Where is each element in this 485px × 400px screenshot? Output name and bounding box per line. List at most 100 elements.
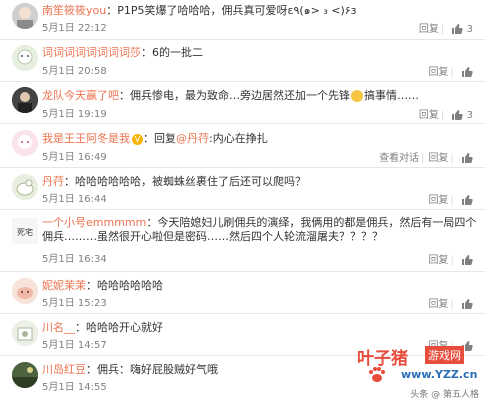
comment-body: 妮妮茉茉：哈哈哈哈哈哈	[42, 279, 163, 292]
comment-item: 我是王王阿冬是我 V ：回复@丹荇:内心在挣扎 5月1日 16:49 查看对话 | 回复…	[0, 124, 485, 168]
reply-button[interactable]: 回复	[419, 110, 439, 121]
like-button[interactable]: 3	[448, 110, 473, 121]
avatar[interactable]	[12, 362, 38, 388]
comment-item: 龙队今天赢了吧：佣兵惨电，最为致命…旁边居然还加一个先锋 搞事情…… 5月1日 1…	[0, 82, 485, 124]
thumbs-up-icon	[452, 110, 464, 120]
comment-actions: 回复|	[420, 194, 473, 207]
avatar[interactable]: 死宅	[12, 218, 38, 244]
comment-body: 我是王王阿冬是我 V ：回复@丹荇:内心在挣扎	[42, 132, 268, 145]
comment-text: 佣兵惨电，最为致命…旁边居然还加一个先锋	[130, 89, 350, 102]
avatar-image-icon	[12, 87, 38, 113]
thumbs-up-icon	[462, 67, 473, 77]
comment-text: 佣兵：嗨好屁股贼好气哦	[97, 363, 218, 376]
comment-time: 5月1日 14:55	[42, 382, 107, 393]
comment-body: 词词词词词词词词莎：6的一批二	[42, 46, 203, 59]
laughing-emoji-icon	[351, 90, 363, 102]
comment-item: 南笙筱筱you：P1P5笑爆了哈哈哈，佣兵真可爱呀ε٩(๑> ₃ <)۶з 5月…	[0, 0, 485, 40]
avatar[interactable]	[12, 130, 38, 156]
comment-text: 6的一批二	[152, 46, 203, 59]
comment-username[interactable]: 丹荇	[42, 175, 64, 188]
thumbs-up-icon	[462, 299, 473, 309]
comment-text: 哈哈哈开心就好	[86, 321, 163, 334]
avatar[interactable]	[12, 45, 38, 71]
reply-button[interactable]: 回复	[428, 153, 448, 164]
avatar-image-icon: 死宅	[12, 218, 38, 244]
watermark-url: www.YZZ.cn	[401, 368, 478, 381]
comment-username[interactable]: 词词词词词词词词莎	[42, 46, 141, 59]
comment-actions: 回复|	[420, 298, 473, 311]
comment-time: 5月1日 15:23	[42, 298, 107, 309]
comment-item: 死宅 一个小号emmmmm：今天陪媳妇儿刷佣兵的演绎，我俩用的都是佣兵，然后有一…	[0, 210, 485, 272]
site-watermark: 叶子猪 游戏网 www.YZZ.cn	[357, 342, 477, 388]
comment-username[interactable]: 南笙筱筱you	[42, 4, 106, 17]
comment-body: 南笙筱筱you：P1P5笑爆了哈哈哈，佣兵真可爱呀ε٩(๑> ₃ <)۶з	[42, 4, 357, 17]
avatar-image-icon	[12, 320, 38, 346]
comment-body: 川名__：哈哈哈开心就好	[42, 321, 163, 334]
avatar-image-icon	[12, 174, 38, 200]
thumbs-up-icon	[462, 195, 473, 205]
comment-text: 内心在挣扎	[212, 132, 268, 145]
like-button[interactable]	[458, 195, 473, 206]
comment-text: 哈哈哈哈哈哈	[97, 279, 163, 292]
comment-text-tail: 搞事情……	[364, 89, 419, 102]
avatar-image-icon	[12, 130, 38, 156]
comment-username[interactable]: 龙队今天赢了吧	[42, 89, 119, 102]
comment-actions: 回复|	[420, 254, 473, 267]
comment-username[interactable]: 一个小号emmmmm	[42, 216, 146, 229]
like-button[interactable]: 3	[448, 24, 473, 35]
reply-button[interactable]: 回复	[419, 24, 439, 35]
like-button[interactable]	[458, 299, 473, 310]
paw-logo-icon	[369, 367, 385, 382]
avatar[interactable]	[12, 87, 38, 113]
mention-link[interactable]: @丹荇	[176, 132, 209, 145]
like-button[interactable]	[458, 67, 473, 78]
comment-time: 5月1日 16:44	[42, 194, 107, 205]
watermark-badge: 游戏网	[425, 346, 464, 364]
comment-actions: 回复 | 3	[418, 110, 473, 121]
thumbs-up-icon	[462, 255, 473, 265]
comment-body: 丹荇：哈哈哈哈哈哈，被蜘蛛丝裹住了后还可以爬吗？	[42, 175, 306, 188]
comment-time: 5月1日 19:19	[42, 109, 107, 120]
avatar[interactable]	[12, 3, 38, 29]
avatar[interactable]	[12, 278, 38, 304]
comment-item: 妮妮茉茉：哈哈哈哈哈哈 5月1日 15:23 回复 |	[0, 272, 485, 314]
comment-body: 龙队今天赢了吧：佣兵惨电，最为致命…旁边居然还加一个先锋 搞事情……	[42, 89, 419, 102]
comment-actions: 回复|	[420, 66, 473, 79]
thumbs-up-icon	[452, 24, 464, 34]
comment-item: 丹荇：哈哈哈哈哈哈，被蜘蛛丝裹住了后还可以爬吗？ 5月1日 16:44 回复 |	[0, 168, 485, 210]
like-button[interactable]	[458, 153, 473, 164]
verified-badge-icon: V	[132, 133, 143, 145]
avatar-image-icon	[12, 45, 38, 71]
avatar-image-icon	[12, 362, 38, 388]
comment-time: 5月1日 14:57	[42, 340, 107, 351]
comment-item: 词词词词词词词词莎：6的一批二 5月1日 20:58 回复 |	[0, 40, 485, 82]
avatar-image-icon	[12, 278, 38, 304]
comment-time: 5月1日 22:12	[42, 23, 107, 34]
reply-button[interactable]: 回复	[428, 195, 448, 206]
comment-time: 5月1日 20:58	[42, 66, 107, 77]
reply-button[interactable]: 回复	[428, 255, 448, 266]
avatar[interactable]	[12, 174, 38, 200]
reply-button[interactable]: 回复	[428, 67, 448, 78]
like-button[interactable]	[458, 255, 473, 266]
comment-text: P1P5笑爆了哈哈哈，佣兵真可爱呀ε٩(๑> ₃ <)۶з	[117, 4, 357, 17]
reply-prefix: 回复	[154, 132, 176, 145]
comment-username[interactable]: 我是王王阿冬是我	[42, 132, 130, 145]
comment-username[interactable]: 川岛红豆	[42, 363, 86, 376]
comment-username[interactable]: 妮妮茉茉	[42, 279, 86, 292]
comment-body: 一个小号emmmmm：今天陪媳妇儿刷佣兵的演绎，我俩用的都是佣兵，然后有一局四个…	[42, 216, 477, 243]
comment-time: 5月1日 16:49	[42, 152, 107, 163]
view-conversation-link[interactable]: 查看对话	[379, 153, 419, 164]
like-count: 3	[466, 110, 473, 121]
comment-actions: 查看对话 | 回复 |	[371, 152, 473, 165]
comment-actions: 回复 | 3	[418, 24, 473, 35]
thumbs-up-icon	[462, 153, 473, 163]
comment-username[interactable]: 川名__	[42, 321, 75, 334]
avatar[interactable]	[12, 320, 38, 346]
avatar-text: 死宅	[17, 227, 33, 237]
comment-time: 5月1日 16:34	[42, 254, 107, 265]
reply-button[interactable]: 回复	[428, 299, 448, 310]
footer-mark: 头条 @ 第五人格	[410, 390, 479, 400]
avatar-image-icon	[12, 3, 38, 29]
comment-text: 哈哈哈哈哈哈，被蜘蛛丝裹住了后还可以爬吗？	[75, 175, 306, 188]
